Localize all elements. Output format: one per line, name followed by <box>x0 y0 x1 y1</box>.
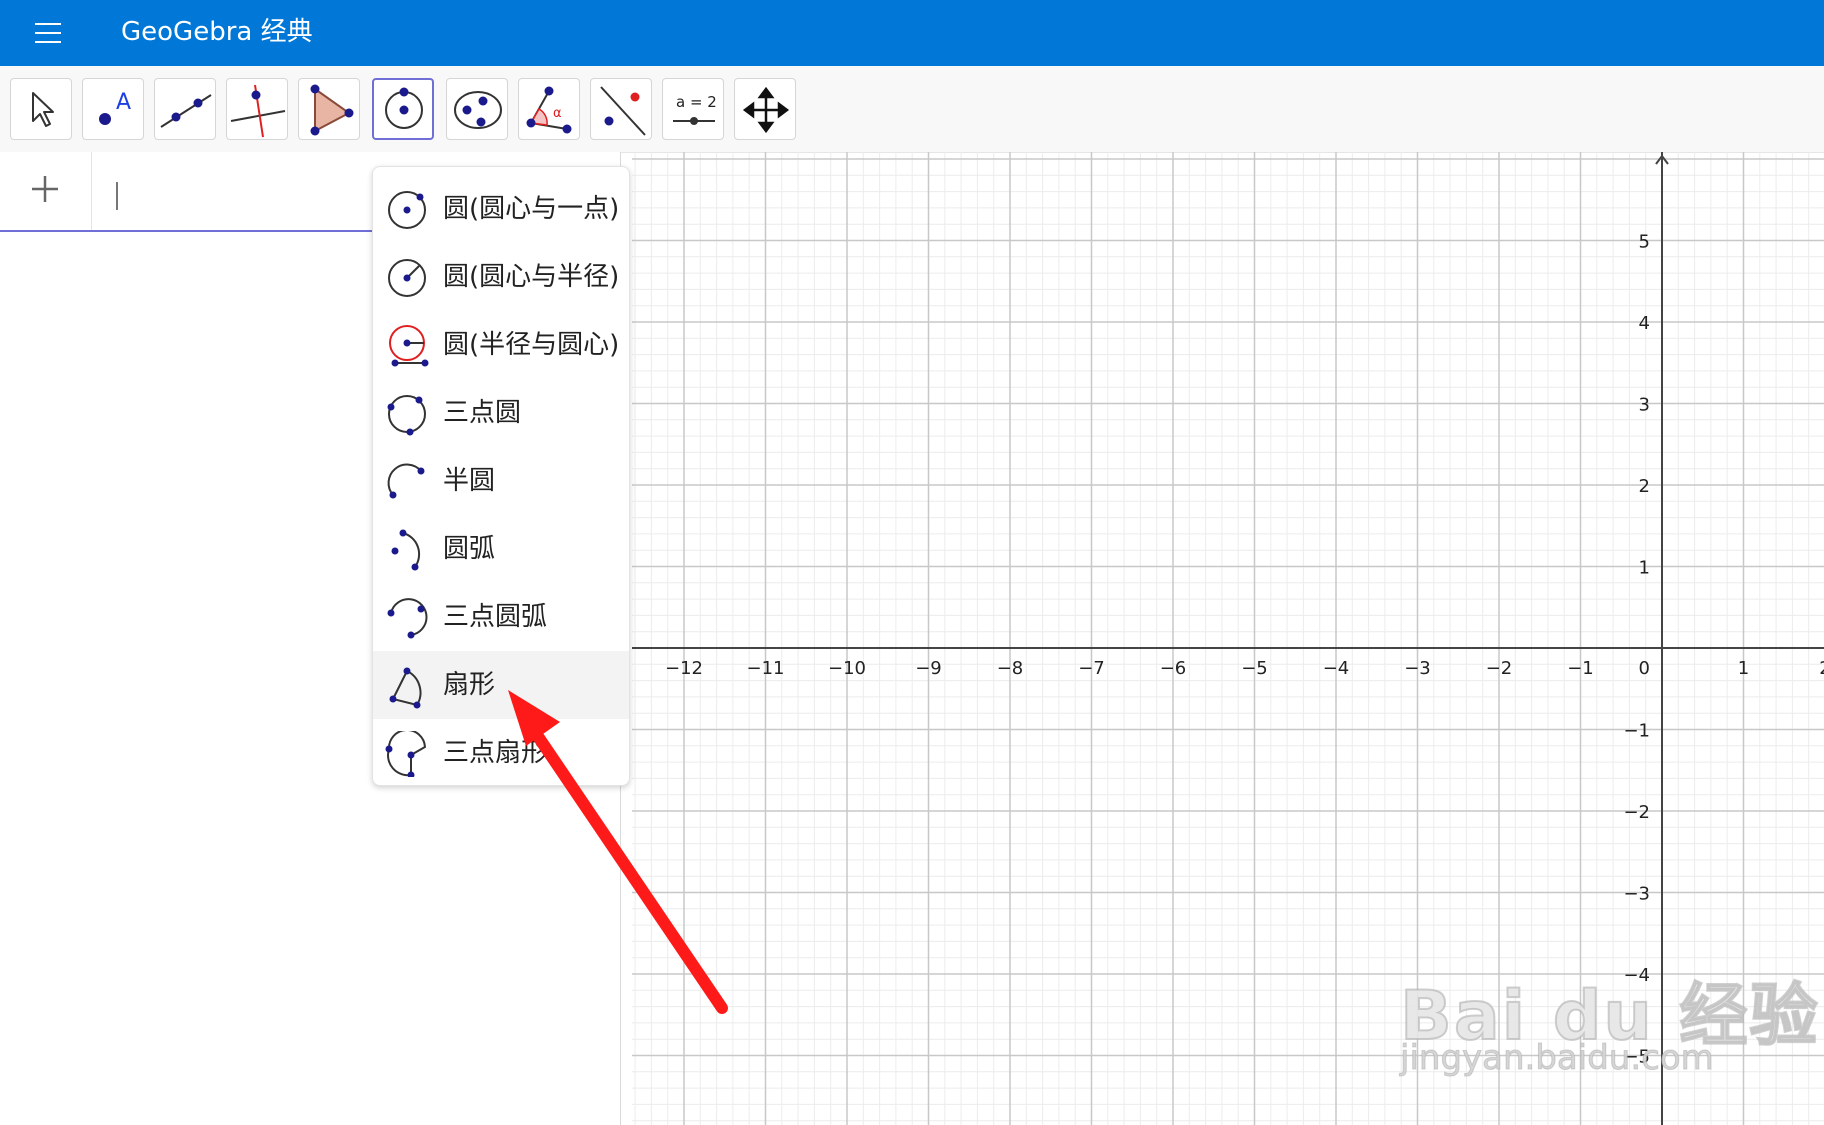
point-icon: A <box>99 90 131 125</box>
x-tick-label: −10 <box>828 658 866 679</box>
svg-text:A: A <box>116 90 131 115</box>
menu-item-circular-sector[interactable]: 扇形 <box>373 651 629 719</box>
menu-item-semicircle[interactable]: 半圆 <box>373 447 629 515</box>
menu-icon[interactable] <box>35 23 61 43</box>
menu-item-circumcircular-arc[interactable]: 三点圆弧 <box>373 583 629 651</box>
y-tick-label: 3 <box>1639 395 1650 416</box>
menu-item-label: 扇形 <box>443 670 496 700</box>
x-tick-label: 1 <box>1738 658 1749 679</box>
plus-icon[interactable] <box>28 172 62 206</box>
x-tick-label: −4 <box>1323 658 1350 679</box>
x-tick-label: −6 <box>1160 658 1187 679</box>
circumcircular-arc-icon <box>387 598 428 639</box>
line-tool-button[interactable] <box>154 78 216 140</box>
svg-text:α: α <box>553 106 562 121</box>
app-header: GeoGebra 经典 <box>0 0 1824 66</box>
circle-center-point-icon <box>388 191 426 229</box>
polygon-icon <box>310 84 354 136</box>
x-tick-label: 0 <box>1639 658 1650 679</box>
menu-item-label: 半圆 <box>443 466 496 496</box>
move-arrows-icon <box>742 86 790 134</box>
move-tool-button[interactable] <box>10 78 72 140</box>
perpendicular-line-icon <box>230 84 286 138</box>
input-separator <box>91 152 92 232</box>
menu-item-circle-three-points[interactable]: 三点圆 <box>373 379 629 447</box>
compass-icon <box>389 325 429 367</box>
menu-item-circumcircular-sector[interactable]: 三点扇形 <box>373 719 629 787</box>
menu-item-label: 圆(圆心与一点) <box>443 194 620 224</box>
perpendicular-tool-button[interactable] <box>226 78 288 140</box>
input-bar-underline <box>0 230 372 232</box>
slider-icon: a = 2 <box>673 93 717 125</box>
circle-tools-menu: 圆(圆心与一点) 圆(圆心与半径) 圆(半径与圆心) 三点圆 半圆 圆弧 三点圆… <box>372 166 630 786</box>
x-tick-label: −3 <box>1404 658 1431 679</box>
x-tick-label: −11 <box>747 658 785 679</box>
angle-icon: α <box>526 86 572 134</box>
x-tick-label: −7 <box>1078 658 1105 679</box>
semicircle-icon <box>387 463 425 499</box>
y-tick-label: 4 <box>1639 313 1650 334</box>
y-tick-label: −3 <box>1623 884 1650 905</box>
menu-item-circular-arc[interactable]: 圆弧 <box>373 515 629 583</box>
circle-tool-button[interactable] <box>372 78 434 140</box>
ellipse-icon <box>454 91 502 129</box>
x-tick-label: −8 <box>997 658 1024 679</box>
reflect-tool-button[interactable] <box>590 78 652 140</box>
menu-item-label: 三点扇形 <box>443 738 548 768</box>
y-tick-label: 5 <box>1639 232 1650 253</box>
slider-tool-button[interactable]: a = 2 <box>662 78 724 140</box>
toolbar: A α a = 2 <box>0 66 1824 153</box>
circle-center-radius-icon <box>388 259 426 297</box>
x-tick-label: −1 <box>1567 658 1594 679</box>
x-tick-label: −5 <box>1241 658 1268 679</box>
cursor-arrow-icon <box>32 92 54 127</box>
move-view-tool-button[interactable] <box>734 78 796 140</box>
circular-arc-icon <box>391 529 421 571</box>
app-title: GeoGebra 经典 <box>121 17 313 47</box>
menu-item-compass[interactable]: 圆(半径与圆心) <box>373 311 629 379</box>
circumcircular-sector-icon <box>385 731 427 777</box>
menu-item-label: 圆弧 <box>443 534 496 564</box>
y-tick-label: −1 <box>1623 721 1650 742</box>
line-icon <box>160 94 212 128</box>
x-tick-label: 2 <box>1819 658 1824 679</box>
point-tool-button[interactable]: A <box>82 78 144 140</box>
menu-item-label: 三点圆弧 <box>443 602 548 632</box>
menu-item-label: 三点圆 <box>443 398 522 428</box>
menu-item-circle-center-radius[interactable]: 圆(圆心与半径) <box>373 243 629 311</box>
menu-item-circle-center-point[interactable]: 圆(圆心与一点) <box>373 175 629 243</box>
circle-icon <box>385 87 423 129</box>
baidu-watermark-url: jingyan.baidu.com <box>1400 1038 1715 1079</box>
circular-sector-icon <box>389 667 422 709</box>
y-tick-label: −2 <box>1623 802 1650 823</box>
menu-item-label: 圆(圆心与半径) <box>443 262 620 292</box>
reflect-icon <box>600 86 646 136</box>
y-tick-label: 2 <box>1639 476 1650 497</box>
conic-tool-button[interactable] <box>446 78 508 140</box>
svg-text:a = 2: a = 2 <box>676 93 717 111</box>
y-tick-label: 1 <box>1639 558 1650 579</box>
circle-three-points-icon <box>387 395 426 436</box>
x-tick-label: −9 <box>915 658 942 679</box>
menu-item-label: 圆(半径与圆心) <box>443 330 620 360</box>
input-cursor[interactable] <box>116 182 118 210</box>
x-tick-label: −12 <box>665 658 703 679</box>
x-tick-label: −2 <box>1486 658 1513 679</box>
polygon-tool-button[interactable] <box>298 78 360 140</box>
angle-tool-button[interactable]: α <box>518 78 580 140</box>
